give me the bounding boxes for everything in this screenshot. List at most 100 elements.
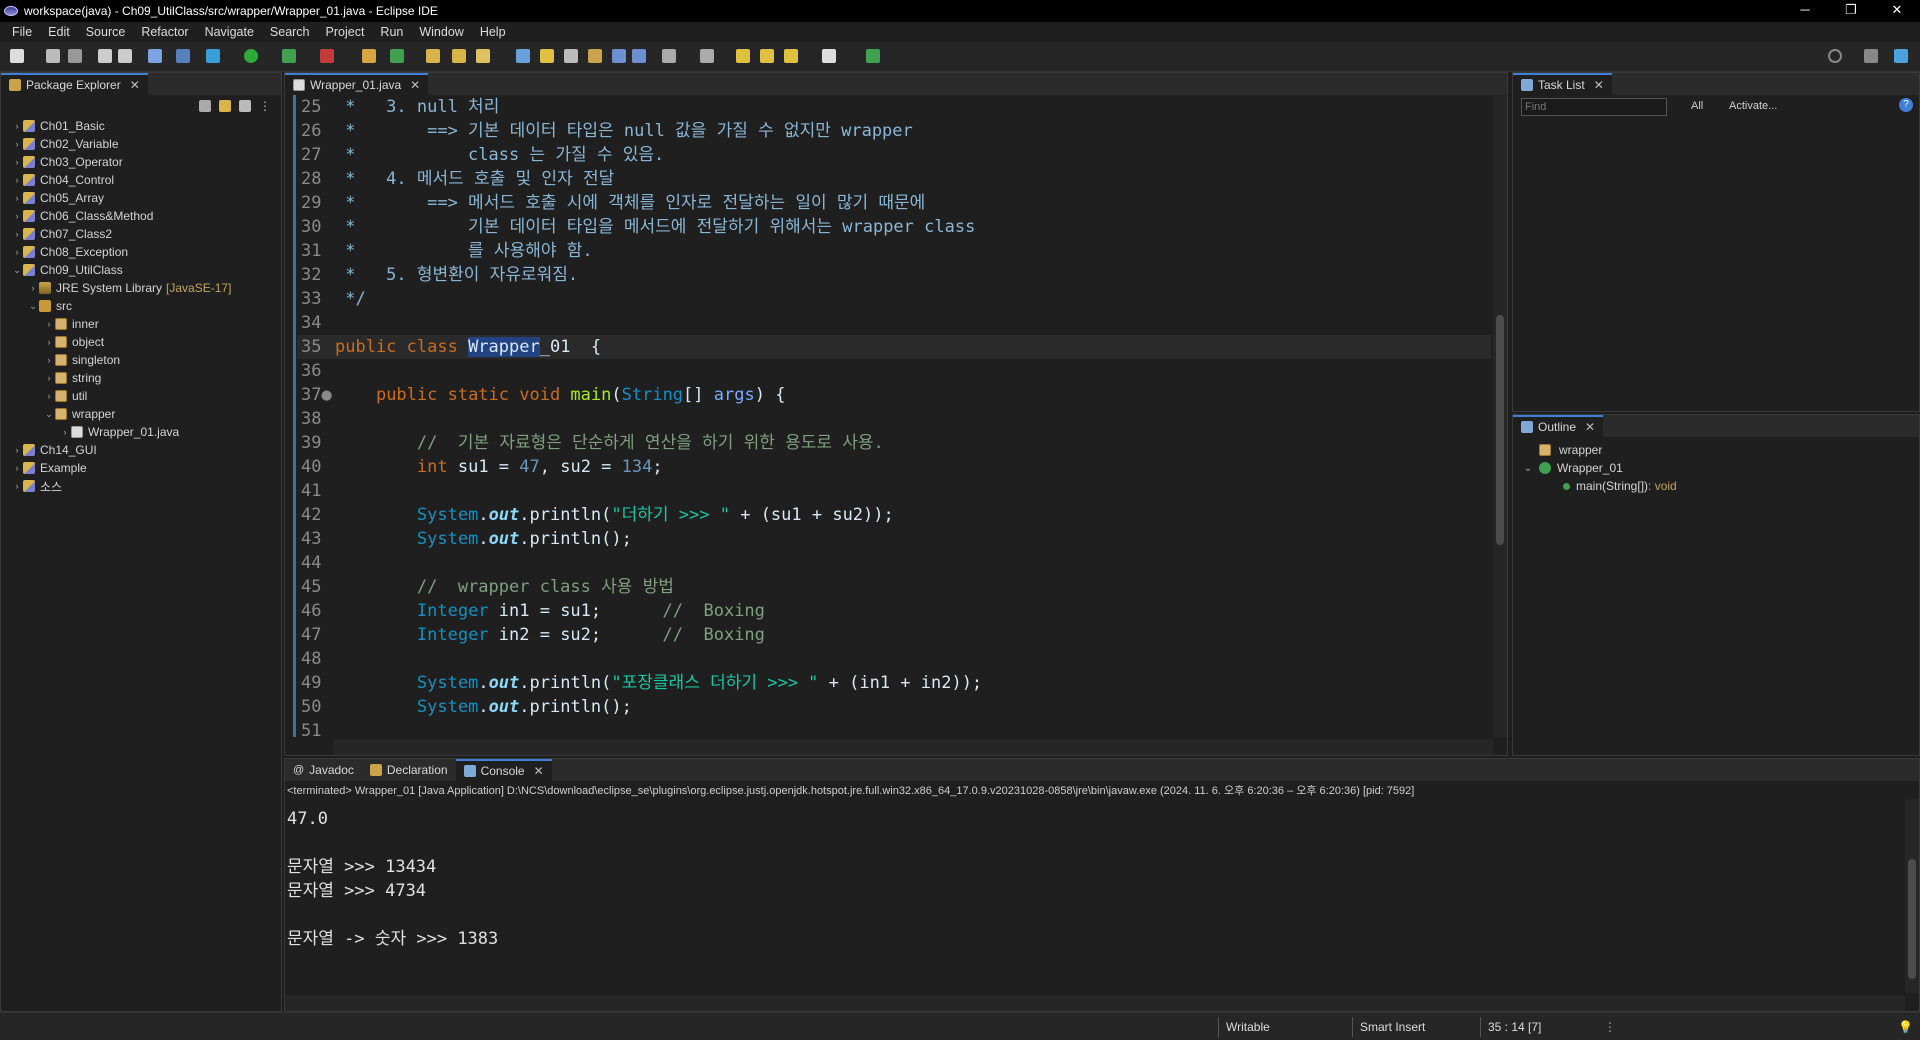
help-icon[interactable]: ? xyxy=(1899,98,1913,112)
restore-button[interactable]: ❐ xyxy=(1828,0,1874,22)
next-annotation-icon[interactable] xyxy=(662,49,676,63)
chevron-right-icon[interactable]: › xyxy=(43,355,55,365)
close-icon[interactable]: ✕ xyxy=(130,78,140,92)
chevron-right-icon[interactable]: › xyxy=(11,139,23,149)
tree-item[interactable]: › Ch14_GUI xyxy=(1,441,281,459)
code-line[interactable]: 45 // wrapper class 사용 방법 xyxy=(297,575,1491,599)
search-icon[interactable] xyxy=(1828,49,1842,63)
menu-source[interactable]: Source xyxy=(78,25,134,39)
chevron-down-icon[interactable]: ⌄ xyxy=(11,265,23,276)
tip-icon[interactable]: 💡 xyxy=(1898,1020,1913,1034)
editor-scroll-thumb[interactable] xyxy=(1496,315,1504,545)
search-tool-icon[interactable] xyxy=(476,49,490,63)
code-area[interactable]: 25 * 3. null 처리 26 * ==> 기본 데이터 타입은 null … xyxy=(297,95,1491,737)
tab-package-explorer[interactable]: Package Explorer ✕ xyxy=(1,73,148,95)
tab-outline[interactable]: Outline ✕ xyxy=(1513,415,1604,437)
tree-item[interactable]: › 소스 xyxy=(1,477,281,495)
external-tools-icon[interactable] xyxy=(320,49,334,63)
chevron-right-icon[interactable]: › xyxy=(43,337,55,347)
outline-item-class[interactable]: ⌄ Wrapper_01 xyxy=(1517,459,1919,477)
code-line[interactable]: 27 * class 는 가질 수 있음. xyxy=(297,143,1491,167)
tab-console[interactable]: Console ✕ xyxy=(455,759,552,781)
block-selection-icon[interactable] xyxy=(588,49,602,63)
code-line[interactable]: 51 xyxy=(297,719,1491,737)
word-wrap-icon[interactable] xyxy=(612,49,626,63)
chevron-right-icon[interactable]: › xyxy=(11,247,23,257)
coverage-icon[interactable] xyxy=(282,49,296,63)
console-vertical-scrollbar[interactable] xyxy=(1905,799,1919,993)
code-line[interactable]: 31 * 를 사용해야 함. xyxy=(297,239,1491,263)
undo-icon[interactable] xyxy=(98,49,112,63)
tree-item[interactable]: › string xyxy=(1,369,281,387)
tree-item[interactable]: › JRE System Library [JavaSE-17] xyxy=(1,279,281,297)
new-class-icon[interactable] xyxy=(390,49,404,63)
back-icon[interactable] xyxy=(784,49,798,63)
tree-item[interactable]: › Ch02_Variable xyxy=(1,135,281,153)
tree-item[interactable]: › Ch08_Exception xyxy=(1,243,281,261)
collapse-all-icon[interactable] xyxy=(199,100,211,112)
chevron-right-icon[interactable]: › xyxy=(27,283,39,293)
chevron-right-icon[interactable]: › xyxy=(59,427,71,437)
menu-edit[interactable]: Edit xyxy=(40,25,78,39)
tree-item[interactable]: › Ch07_Class2 xyxy=(1,225,281,243)
last-edit-2-icon[interactable] xyxy=(760,49,774,63)
chevron-right-icon[interactable]: › xyxy=(43,373,55,383)
tree-item[interactable]: › Wrapper_01.java xyxy=(1,423,281,441)
filter-icon[interactable] xyxy=(239,100,251,112)
redo-icon[interactable] xyxy=(118,49,132,63)
tree-item[interactable]: › Ch04_Control xyxy=(1,171,281,189)
code-line[interactable]: 42 System.out.println("더하기 >>> " + (su1 … xyxy=(297,503,1491,527)
tree-item[interactable]: › util xyxy=(1,387,281,405)
close-button[interactable]: ✕ xyxy=(1874,0,1920,22)
chevron-right-icon[interactable]: › xyxy=(11,157,23,167)
menu-help[interactable]: Help xyxy=(472,25,514,39)
outline-item-package[interactable]: wrapper xyxy=(1517,441,1919,459)
pin-editor-icon[interactable] xyxy=(866,49,880,63)
task-find-input[interactable]: Find xyxy=(1521,98,1667,116)
tree-item[interactable]: › Example xyxy=(1,459,281,477)
java-perspective-icon[interactable] xyxy=(1894,49,1908,63)
status-menu-icon[interactable]: ⋮ xyxy=(1604,1020,1616,1034)
code-line[interactable]: 46 Integer in1 = su1; // Boxing xyxy=(297,599,1491,623)
toggle-mark-icon[interactable] xyxy=(564,49,578,63)
chevron-right-icon[interactable]: › xyxy=(43,319,55,329)
menu-navigate[interactable]: Navigate xyxy=(197,25,262,39)
code-line[interactable]: 40 int su1 = 47, su2 = 134; xyxy=(297,455,1491,479)
menu-file[interactable]: File xyxy=(4,25,40,39)
chevron-right-icon[interactable]: › xyxy=(11,445,23,455)
code-line[interactable]: 28 * 4. 메서드 호출 및 인자 전달 xyxy=(297,167,1491,191)
tree-item[interactable]: › Ch03_Operator xyxy=(1,153,281,171)
chevron-right-icon[interactable]: › xyxy=(11,175,23,185)
close-icon[interactable]: ✕ xyxy=(1585,420,1595,434)
minimize-button[interactable]: ─ xyxy=(1782,0,1828,22)
save-all-icon[interactable] xyxy=(68,49,82,63)
code-line[interactable]: 43 System.out.println(); xyxy=(297,527,1491,551)
tab-wrapper-01[interactable]: Wrapper_01.java ✕ xyxy=(285,73,429,95)
editor-vertical-scrollbar[interactable] xyxy=(1493,95,1507,737)
chevron-right-icon[interactable]: › xyxy=(11,121,23,131)
forward-icon[interactable] xyxy=(822,49,836,63)
editor-horizontal-scrollbar[interactable] xyxy=(333,739,1493,755)
run-icon[interactable] xyxy=(244,49,258,63)
code-line[interactable]: 48 xyxy=(297,647,1491,671)
code-line[interactable]: 26 * ==> 기본 데이터 타입은 null 값을 가질 수 없지만 wra… xyxy=(297,119,1491,143)
chevron-down-icon[interactable]: ⌄ xyxy=(27,301,39,312)
chevron-right-icon[interactable]: › xyxy=(43,391,55,401)
open-type-icon[interactable] xyxy=(426,49,440,63)
tree-item[interactable]: › singleton xyxy=(1,351,281,369)
chevron-right-icon[interactable]: › xyxy=(11,211,23,221)
chevron-right-icon[interactable]: › xyxy=(11,193,23,203)
new-icon[interactable] xyxy=(10,49,24,63)
task-all-link[interactable]: All xyxy=(1691,100,1703,112)
menu-search[interactable]: Search xyxy=(262,25,318,39)
code-line[interactable]: 44 xyxy=(297,551,1491,575)
save-icon[interactable] xyxy=(46,49,60,63)
console-scroll-thumb[interactable] xyxy=(1908,859,1916,979)
close-icon[interactable]: ✕ xyxy=(410,78,420,92)
task-activate-link[interactable]: Activate... xyxy=(1729,100,1777,112)
menu-project[interactable]: Project xyxy=(318,25,373,39)
console-horizontal-scrollbar[interactable] xyxy=(285,995,1905,1011)
tree-item[interactable]: › object xyxy=(1,333,281,351)
chevron-right-icon[interactable]: › xyxy=(11,463,23,473)
chevron-right-icon[interactable]: › xyxy=(11,229,23,239)
